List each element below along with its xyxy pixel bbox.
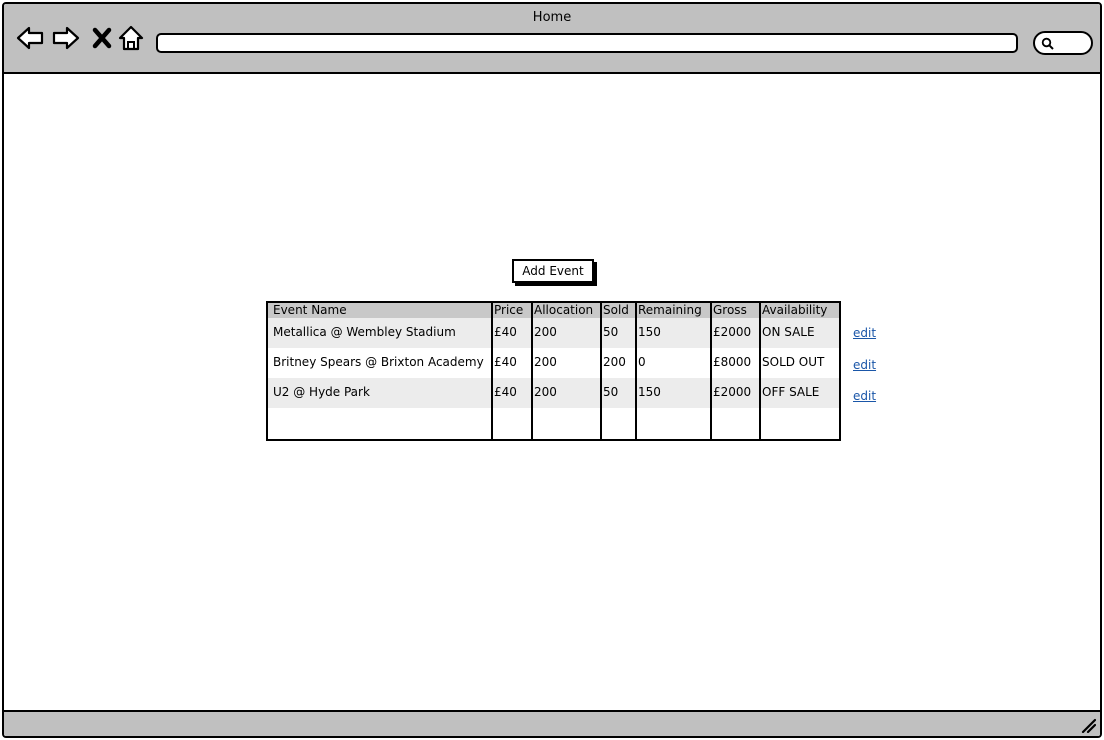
column-divider bbox=[635, 303, 637, 439]
column-divider bbox=[710, 303, 712, 439]
cell-sold: 200 bbox=[603, 355, 626, 369]
column-header-price: Price bbox=[494, 303, 524, 317]
cell-gross: £2000 bbox=[713, 385, 752, 399]
column-divider bbox=[491, 303, 493, 439]
events-table: Event Name Price Allocation Sold Remaini… bbox=[266, 301, 841, 441]
address-bar[interactable] bbox=[156, 33, 1018, 53]
column-header-allocation: Allocation bbox=[534, 303, 594, 317]
column-divider bbox=[531, 303, 533, 439]
cell-availability: SOLD OUT bbox=[762, 355, 825, 369]
column-header-event-name: Event Name bbox=[273, 303, 347, 317]
browser-window: Home Add Event Event Name Price Allocati… bbox=[2, 2, 1102, 738]
cell-allocation: 200 bbox=[534, 325, 557, 339]
cell-sold: 50 bbox=[603, 325, 619, 339]
cell-event-name: Britney Spears @ Brixton Academy bbox=[273, 355, 484, 369]
back-arrow-icon[interactable] bbox=[16, 24, 44, 52]
cell-gross: £2000 bbox=[713, 325, 752, 339]
cell-remaining: 150 bbox=[638, 325, 661, 339]
close-icon[interactable] bbox=[90, 24, 114, 52]
cell-event-name: Metallica @ Wembley Stadium bbox=[273, 325, 456, 339]
cell-allocation: 200 bbox=[534, 355, 557, 369]
column-divider bbox=[600, 303, 602, 439]
column-header-availability: Availability bbox=[762, 303, 828, 317]
cell-price: £40 bbox=[494, 385, 517, 399]
page-content: Add Event Event Name Price Allocation So… bbox=[4, 76, 1100, 712]
column-header-remaining: Remaining bbox=[638, 303, 702, 317]
search-input[interactable] bbox=[1033, 31, 1093, 55]
cell-gross: £8000 bbox=[713, 355, 752, 369]
browser-toolbar: Home bbox=[4, 4, 1100, 74]
cell-remaining: 0 bbox=[638, 355, 646, 369]
edit-link-row-3[interactable]: edit bbox=[853, 389, 876, 403]
home-icon[interactable] bbox=[118, 24, 144, 52]
forward-arrow-icon[interactable] bbox=[52, 24, 80, 52]
resize-grip-icon[interactable] bbox=[1080, 717, 1096, 733]
edit-link-row-1[interactable]: edit bbox=[853, 326, 876, 340]
cell-allocation: 200 bbox=[534, 385, 557, 399]
column-header-sold: Sold bbox=[603, 303, 629, 317]
cell-remaining: 150 bbox=[638, 385, 661, 399]
edit-link-row-2[interactable]: edit bbox=[853, 358, 876, 372]
window-title: Home bbox=[532, 10, 572, 25]
cell-availability: OFF SALE bbox=[762, 385, 820, 399]
cell-availability: ON SALE bbox=[762, 325, 815, 339]
cell-sold: 50 bbox=[603, 385, 619, 399]
column-divider bbox=[759, 303, 761, 439]
status-bar bbox=[4, 710, 1100, 736]
cell-price: £40 bbox=[494, 325, 517, 339]
cell-price: £40 bbox=[494, 355, 517, 369]
add-event-button[interactable]: Add Event bbox=[512, 259, 594, 283]
cell-event-name: U2 @ Hyde Park bbox=[273, 385, 370, 399]
search-icon bbox=[1041, 37, 1054, 50]
column-header-gross: Gross bbox=[713, 303, 747, 317]
